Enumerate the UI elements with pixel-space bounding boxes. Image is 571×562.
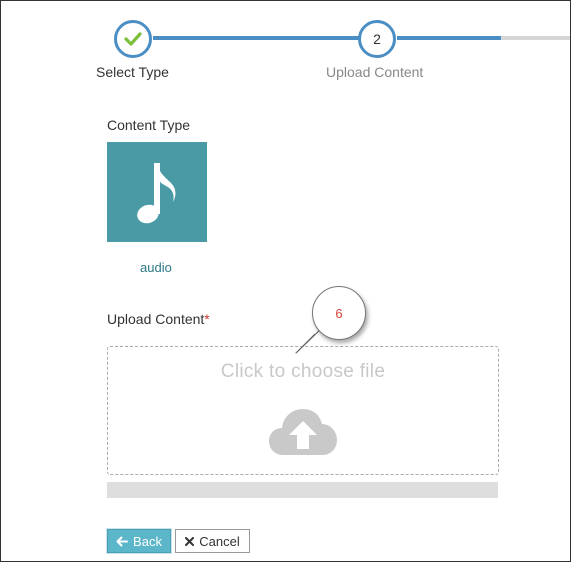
step-1-label[interactable]: Select Type xyxy=(96,64,169,80)
upload-content-label: Upload Content* xyxy=(107,311,210,327)
step-2-circle[interactable]: 2 xyxy=(358,20,396,58)
arrow-left-icon xyxy=(116,536,129,546)
back-button[interactable]: Back xyxy=(107,529,171,553)
stepper-progress-line xyxy=(153,36,359,40)
step-1-circle[interactable] xyxy=(114,20,152,58)
step-2-number: 2 xyxy=(373,31,381,47)
audio-type-tile[interactable] xyxy=(107,142,207,242)
close-icon xyxy=(185,536,195,546)
music-note-icon xyxy=(137,163,176,224)
dropzone-text: Click to choose file xyxy=(220,361,386,382)
cancel-button[interactable]: Cancel xyxy=(175,529,250,553)
cancel-button-label: Cancel xyxy=(199,533,240,549)
annotation-callout: 6 xyxy=(312,286,366,340)
upload-progress-bar xyxy=(107,482,498,498)
stepper-progress-line xyxy=(397,36,501,40)
file-dropzone[interactable]: Click to choose file xyxy=(107,346,499,475)
content-type-name[interactable]: audio xyxy=(140,260,172,275)
callout-number: 6 xyxy=(335,305,343,321)
check-icon xyxy=(124,32,142,46)
screenshot-frame: 2 Select Type Upload Content Content Typ… xyxy=(0,0,571,562)
step-2-label[interactable]: Upload Content xyxy=(326,64,423,80)
content-type-label: Content Type xyxy=(107,117,191,133)
cloud-upload-icon xyxy=(269,409,337,455)
back-button-label: Back xyxy=(133,533,162,549)
stepper-remaining-line xyxy=(501,36,570,40)
upload-content-label-text: Upload Content xyxy=(107,311,205,327)
required-marker: * xyxy=(204,311,210,327)
